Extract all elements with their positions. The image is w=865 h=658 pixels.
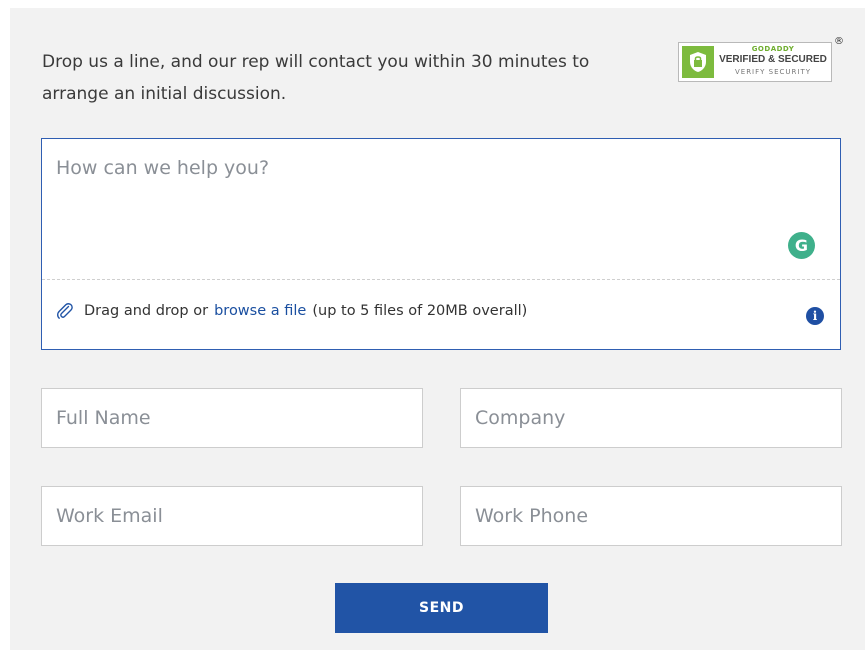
file-dropzone[interactable]: Drag and drop or browse a file (up to 5 … xyxy=(56,302,527,320)
grammarly-icon[interactable]: G xyxy=(788,232,815,259)
send-button[interactable]: SEND xyxy=(335,583,548,633)
info-icon[interactable]: i xyxy=(806,307,824,325)
godaddy-security-badge[interactable]: GODADDY VERIFIED & SECURED VERIFY SECURI… xyxy=(678,42,832,82)
message-textarea[interactable] xyxy=(42,139,840,279)
paperclip-icon xyxy=(56,302,74,320)
badge-brand: GODADDY xyxy=(751,45,795,53)
dropzone-limit-text: (up to 5 files of 20MB overall) xyxy=(312,303,528,319)
work-phone-input[interactable] xyxy=(460,486,842,546)
company-input[interactable] xyxy=(460,388,842,448)
work-email-input[interactable] xyxy=(41,486,423,546)
intro-text: Drop us a line, and our rep will contact… xyxy=(42,52,590,104)
lock-icon xyxy=(682,46,714,78)
full-name-input[interactable] xyxy=(41,388,423,448)
registered-mark: ® xyxy=(834,36,844,47)
browse-file-link[interactable]: browse a file xyxy=(214,303,306,319)
dropzone-prefix: Drag and drop or xyxy=(84,303,209,319)
badge-title: VERIFIED & SECURED xyxy=(719,54,827,65)
badge-subtitle: VERIFY SECURITY xyxy=(734,68,812,76)
attachment-divider xyxy=(42,279,840,280)
message-box: G Drag and drop or browse a file (up to … xyxy=(41,138,841,350)
